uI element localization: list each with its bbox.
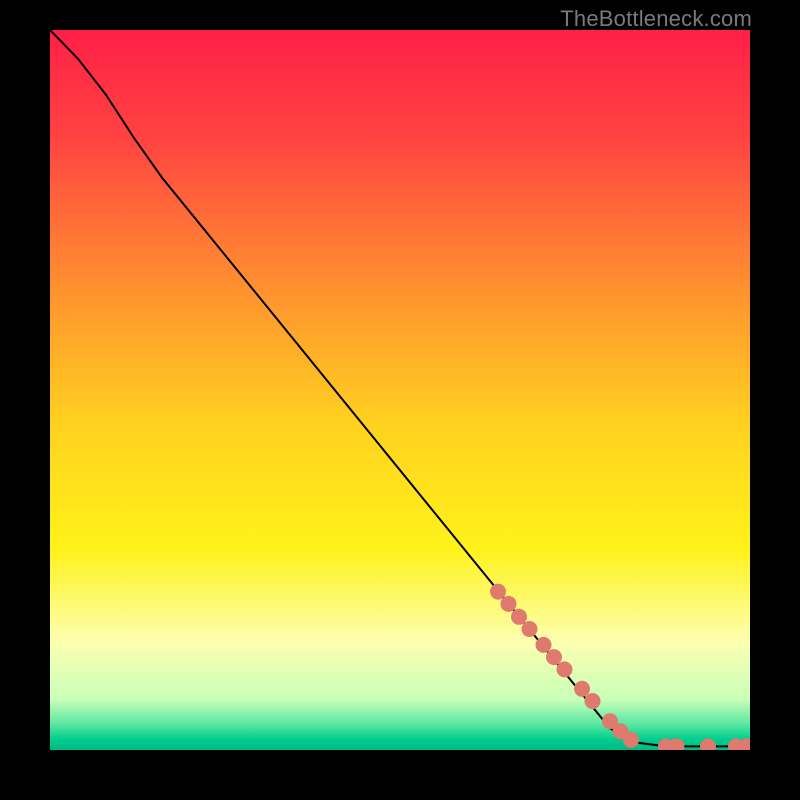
bottleneck-curve (50, 30, 750, 746)
data-marker (522, 621, 538, 637)
watermark-label: TheBottleneck.com (560, 6, 752, 32)
chart-frame: TheBottleneck.com (0, 0, 800, 800)
data-marker (501, 596, 517, 612)
data-marker (557, 661, 573, 677)
data-marker (490, 584, 506, 600)
data-marker (623, 732, 639, 748)
data-marker (536, 637, 552, 653)
data-marker (574, 681, 590, 697)
data-marker (511, 609, 527, 625)
chart-svg (50, 30, 750, 750)
data-marker (585, 693, 601, 709)
data-marker (700, 738, 716, 750)
data-marker (546, 649, 562, 665)
plot-area (50, 30, 750, 750)
marker-group (490, 584, 750, 750)
